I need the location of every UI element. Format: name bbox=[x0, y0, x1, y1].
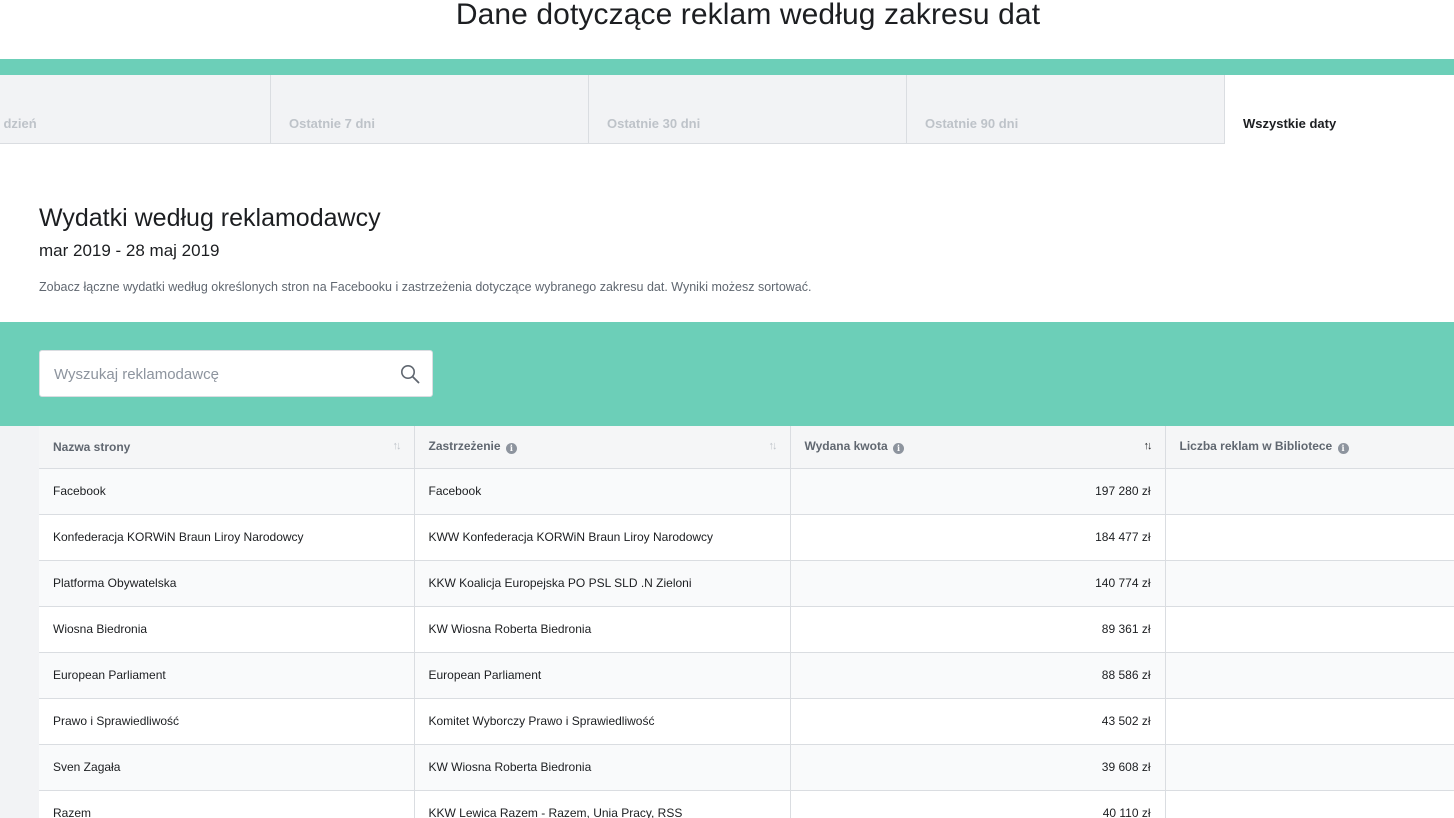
cell-page-name[interactable]: Wiosna Biedronia bbox=[39, 606, 415, 653]
date-range-tabs: tni dzień Ostatnie 7 dni Ostatnie 30 dni… bbox=[0, 75, 1454, 144]
cell-ads-count bbox=[1165, 606, 1454, 653]
sort-arrows-icon[interactable]: ↑↓ bbox=[393, 440, 402, 452]
table-row[interactable]: Prawo i Sprawiedliwość Komitet Wyborczy … bbox=[39, 698, 1454, 745]
column-label: Zastrzeżenie bbox=[428, 439, 501, 454]
tab-label: tni dzień bbox=[0, 116, 37, 131]
table-row[interactable]: Wiosna Biedronia KW Wiosna Roberta Biedr… bbox=[39, 606, 1454, 653]
cell-page-name[interactable]: Prawo i Sprawiedliwość bbox=[39, 698, 415, 745]
table-row[interactable]: Konfederacja KORWiN Braun Liroy Narodowc… bbox=[39, 514, 1454, 561]
cell-disclaimer: European Parliament bbox=[414, 652, 791, 699]
table-row[interactable]: Sven Zagała KW Wiosna Roberta Biedronia … bbox=[39, 744, 1454, 791]
column-label: Nazwa strony bbox=[53, 439, 131, 454]
table-header-row: Nazwa strony ↑↓ Zastrzeżenie i ↑↓ Wydana… bbox=[39, 426, 1454, 469]
tab-all-dates[interactable]: Wszystkie daty bbox=[1224, 75, 1454, 144]
cell-page-name[interactable]: Platforma Obywatelska bbox=[39, 560, 415, 607]
cell-disclaimer: KW Wiosna Roberta Biedronia bbox=[414, 744, 791, 791]
table-row[interactable]: Platforma Obywatelska KKW Koalicja Europ… bbox=[39, 560, 1454, 607]
column-header-page-name[interactable]: Nazwa strony ↑↓ bbox=[39, 426, 415, 469]
cell-amount: 184 477 zł bbox=[790, 514, 1166, 561]
search-box[interactable] bbox=[39, 350, 433, 397]
section-title: Wydatki według reklamodawcy bbox=[39, 204, 381, 232]
page-header: Dane dotyczące reklam według zakresu dat bbox=[0, 0, 1454, 59]
tab-label: Ostatnie 30 dni bbox=[607, 116, 701, 131]
tab-label: Ostatnie 90 dni bbox=[925, 116, 1019, 131]
section-description: Zobacz łączne wydatki według określonych… bbox=[39, 280, 812, 294]
sort-arrows-icon[interactable]: ↑↓ bbox=[1144, 440, 1153, 452]
cell-amount: 39 608 zł bbox=[790, 744, 1166, 791]
cell-ads-count bbox=[1165, 514, 1454, 561]
search-icon[interactable] bbox=[400, 364, 420, 384]
table-row[interactable]: Razem KKW Lewica Razem - Razem, Unia Pra… bbox=[39, 790, 1454, 818]
tab-last-90-days[interactable]: Ostatnie 90 dni bbox=[907, 75, 1225, 144]
info-icon[interactable]: i bbox=[1337, 443, 1349, 455]
tab-label: Wszystkie daty bbox=[1243, 116, 1337, 131]
info-icon[interactable]: i bbox=[505, 443, 517, 455]
cell-ads-count bbox=[1165, 652, 1454, 699]
sort-arrows-icon[interactable]: ↑↓ bbox=[769, 440, 778, 452]
table-row[interactable]: European Parliament European Parliament … bbox=[39, 652, 1454, 699]
search-band bbox=[0, 322, 1454, 426]
tab-label: Ostatnie 7 dni bbox=[289, 116, 375, 131]
cell-ads-count bbox=[1165, 744, 1454, 791]
cell-amount: 43 502 zł bbox=[790, 698, 1166, 745]
page-title: Dane dotyczące reklam według zakresu dat bbox=[455, 0, 1041, 31]
column-header-amount-spent[interactable]: Wydana kwota i ↑↓ bbox=[790, 426, 1166, 469]
cell-amount: 197 280 zł bbox=[790, 468, 1166, 515]
cell-page-name[interactable]: Facebook bbox=[39, 468, 415, 515]
cell-amount: 140 774 zł bbox=[790, 560, 1166, 607]
cell-amount: 88 586 zł bbox=[790, 652, 1166, 699]
cell-disclaimer: KKW Lewica Razem - Razem, Unia Pracy, RS… bbox=[414, 790, 791, 818]
tab-last-30-days[interactable]: Ostatnie 30 dni bbox=[589, 75, 907, 144]
cell-page-name[interactable]: Konfederacja KORWiN Braun Liroy Narodowc… bbox=[39, 514, 415, 561]
advertiser-spend-table: Nazwa strony ↑↓ Zastrzeżenie i ↑↓ Wydana… bbox=[39, 426, 1454, 818]
cell-page-name[interactable]: Razem bbox=[39, 790, 415, 818]
info-icon[interactable]: i bbox=[892, 443, 904, 455]
cell-amount: 40 110 zł bbox=[790, 790, 1166, 818]
cell-page-name[interactable]: European Parliament bbox=[39, 652, 415, 699]
search-input[interactable] bbox=[54, 363, 384, 385]
cell-amount: 89 361 zł bbox=[790, 606, 1166, 653]
cell-ads-count bbox=[1165, 790, 1454, 818]
column-label: Wydana kwota bbox=[804, 439, 888, 454]
cell-disclaimer: Komitet Wyborczy Prawo i Sprawiedliwość bbox=[414, 698, 791, 745]
column-label: Liczba reklam w Bibliotece bbox=[1179, 439, 1333, 454]
cell-ads-count bbox=[1165, 698, 1454, 745]
column-header-disclaimer[interactable]: Zastrzeżenie i ↑↓ bbox=[414, 426, 791, 469]
table-row[interactable]: Facebook Facebook 197 280 zł bbox=[39, 468, 1454, 515]
accent-strip bbox=[0, 59, 1454, 75]
cell-ads-count bbox=[1165, 560, 1454, 607]
cell-disclaimer: Facebook bbox=[414, 468, 791, 515]
advertiser-table-container: Nazwa strony ↑↓ Zastrzeżenie i ↑↓ Wydana… bbox=[0, 426, 1454, 818]
column-header-ads-count[interactable]: Liczba reklam w Bibliotece i bbox=[1165, 426, 1454, 469]
cell-disclaimer: KKW Koalicja Europejska PO PSL SLD .N Zi… bbox=[414, 560, 791, 607]
cell-disclaimer: KWW Konfederacja KORWiN Braun Liroy Naro… bbox=[414, 514, 791, 561]
tab-last-day[interactable]: tni dzień bbox=[0, 75, 271, 144]
date-range: mar 2019 - 28 maj 2019 bbox=[39, 241, 220, 260]
cell-disclaimer: KW Wiosna Roberta Biedronia bbox=[414, 606, 791, 653]
cell-page-name[interactable]: Sven Zagała bbox=[39, 744, 415, 791]
tab-last-7-days[interactable]: Ostatnie 7 dni bbox=[271, 75, 589, 144]
cell-ads-count bbox=[1165, 468, 1454, 515]
